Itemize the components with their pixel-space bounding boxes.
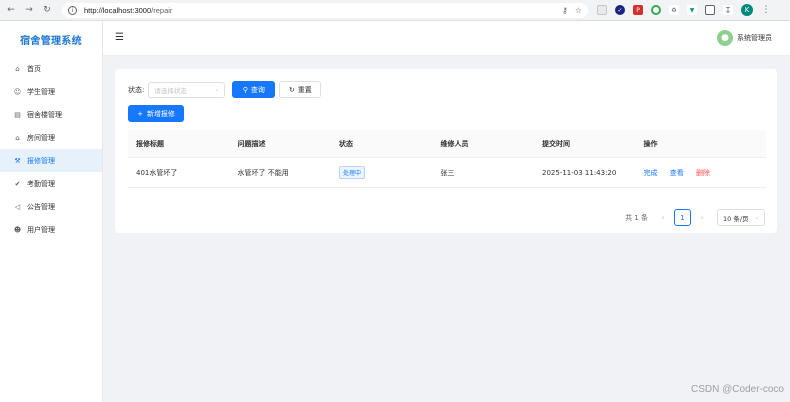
status-filter-label: 状态: <box>128 85 145 94</box>
menu-collapse-icon[interactable]: ☰ <box>115 33 124 43</box>
sidebar-item[interactable]: ⚒ 报修管理 <box>0 149 102 172</box>
cell-status: 处理中 <box>331 166 433 179</box>
search-icon: ⚲ <box>242 85 248 94</box>
status-select-placeholder: 请选择状态 <box>154 86 187 95</box>
site-info-icon[interactable]: i <box>68 6 77 15</box>
column-header: 维修人员 <box>440 139 469 148</box>
pagination-total: 共 1 条 <box>625 213 648 222</box>
sidebar-item[interactable]: ⌂ 房间管理 <box>0 126 102 149</box>
user-avatar-icon[interactable]: ● <box>717 30 733 46</box>
sidebar-item-label: 公告管理 <box>27 202 55 211</box>
sidebar: 宿舍管理系统 ⌂ 首页 ☺ 学生管理 ▤ 宿舍楼管理 ⌂ 房间管理 ⚒ 报修管理 ✔ 考勤管理 ◁ 公告管… <box>0 21 103 402</box>
reset-button-label: 重置 <box>297 85 312 94</box>
sidebar-menu: ⌂ 首页 ☺ 学生管理 ▤ 宿舍楼管理 ⌂ 房间管理 ⚒ 报修管理 ✔ 考勤管理 ◁ 公告管理 ☻ 用户管理 <box>0 57 102 241</box>
sidebar-item-label: 宿舍楼管理 <box>27 110 62 119</box>
sidebar-item[interactable]: ☺ 学生管理 <box>0 80 102 103</box>
sidebar-item-label: 报修管理 <box>27 156 55 165</box>
prev-page-icon[interactable]: ‹ <box>657 213 669 222</box>
column-header: 问题描述 <box>237 139 266 148</box>
users-icon: ☻ <box>13 225 22 234</box>
sidebar-item-label: 房间管理 <box>27 133 55 142</box>
sidebar-item[interactable]: ☻ 用户管理 <box>0 218 102 241</box>
cell-repairer: 张三 <box>440 168 455 177</box>
extension-pdf-icon[interactable]: P <box>633 5 643 15</box>
more-menu-icon[interactable]: ⋮ <box>761 5 771 15</box>
app-brand: 宿舍管理系统 <box>20 35 82 47</box>
watermark: CSDN @Coder-coco <box>691 384 784 395</box>
column-header: 报修标题 <box>136 139 164 148</box>
user-name: 系统管理员 <box>737 34 772 42</box>
sidebar-item[interactable]: ✔ 考勤管理 <box>0 172 102 195</box>
page-size-value: 10 条/页 <box>723 214 749 223</box>
sidebar-item[interactable]: ▤ 宿舍楼管理 <box>0 103 102 126</box>
cell-title: 401水管坏了 <box>136 168 178 177</box>
url-host: http://localhost:3000 <box>84 6 152 15</box>
building-icon: ▤ <box>14 110 21 119</box>
page-size-select[interactable]: 10 条/页 ⌄ <box>717 209 765 226</box>
wrench-icon: ⚒ <box>14 156 21 165</box>
status-badge: 处理中 <box>339 166 366 179</box>
sidebar-item-label: 首页 <box>27 64 41 73</box>
status-select[interactable]: 请选择状态 ⌄ <box>148 81 226 98</box>
address-bar[interactable]: i http://localhost:3000/repair ⚷ ☆ <box>62 3 588 18</box>
user-menu[interactable]: ● 系统管理员 <box>717 30 772 46</box>
sidebar-item[interactable]: ⌂ 首页 <box>0 57 102 80</box>
top-header: ☰ ● 系统管理员 <box>103 21 790 56</box>
sidebar-item-label: 用户管理 <box>27 225 55 234</box>
page-number-current[interactable]: 1 <box>674 209 691 226</box>
column-header: 操作 <box>643 139 658 148</box>
bookmark-star-icon[interactable]: ☆ <box>575 6 582 15</box>
profile-avatar[interactable]: K <box>741 4 753 16</box>
search-button-label: 查询 <box>250 85 265 94</box>
sidebar-item-label: 考勤管理 <box>27 179 55 188</box>
column-header: 提交时间 <box>542 139 570 148</box>
url-text[interactable]: http://localhost:3000/repair <box>84 6 172 15</box>
add-repair-label: 新增报修 <box>146 109 175 118</box>
complete-link[interactable]: 完成 <box>644 169 658 177</box>
sidebar-item[interactable]: ◁ 公告管理 <box>0 195 102 218</box>
password-key-icon[interactable]: ⚷ <box>562 6 568 15</box>
sidebar-item-label: 学生管理 <box>27 87 55 96</box>
delete-link[interactable]: 删除 <box>696 169 710 177</box>
check-circle-icon: ✔ <box>14 179 21 188</box>
extension-recycle-icon[interactable]: ♻ <box>669 5 679 15</box>
user-icon: ☺ <box>13 87 22 96</box>
column-header: 状态 <box>339 139 353 148</box>
extensions-icon[interactable] <box>705 5 715 15</box>
repair-card: 状态: 请选择状态 ⌄ ⚲ 查询 ↻ 重置 + 新增报修 报修标题 问题描述 状… <box>115 69 777 233</box>
extension-v-icon[interactable]: ▼ <box>687 5 697 15</box>
url-path: /repair <box>151 6 173 15</box>
table-row: 401水管坏了 水管坏了 不能用 处理中 张三 2025-11-03 11:43… <box>128 158 766 188</box>
chevron-down-icon: ⌄ <box>214 86 220 93</box>
cell-actions: 完成 查看 删除 <box>636 168 766 178</box>
repair-table: 报修标题 问题描述 状态 维修人员 提交时间 操作 401水管坏了 水管坏了 不… <box>128 130 766 188</box>
cell-description: 水管坏了 不能用 <box>237 168 289 177</box>
extension-gear-icon[interactable] <box>651 5 661 15</box>
cell-submitted-time: 2025-11-03 11:43:20 <box>542 168 617 177</box>
pagination: 共 1 条 ‹ 1 › 10 条/页 ⌄ <box>625 209 765 226</box>
search-button[interactable]: ⚲ 查询 <box>232 81 276 98</box>
refresh-icon: ↻ <box>288 85 295 94</box>
forward-icon[interactable]: → <box>22 3 36 17</box>
megaphone-icon: ◁ <box>14 202 21 211</box>
back-icon[interactable]: ← <box>4 3 18 17</box>
plus-icon: + <box>137 109 143 118</box>
reload-icon[interactable]: ↻ <box>40 3 54 17</box>
download-icon[interactable]: ↧ <box>723 5 733 15</box>
home-icon: ⌂ <box>15 64 20 73</box>
next-page-icon[interactable]: › <box>696 213 708 222</box>
main-content: 状态: 请选择状态 ⌄ ⚲ 查询 ↻ 重置 + 新增报修 报修标题 问题描述 状… <box>103 56 790 402</box>
filter-bar: 状态: 请选择状态 ⌄ ⚲ 查询 ↻ 重置 <box>128 81 322 98</box>
extension-check-icon[interactable]: ✓ <box>615 5 625 15</box>
reset-button[interactable]: ↻ 重置 <box>279 81 322 98</box>
add-repair-button[interactable]: + 新增报修 <box>128 105 184 122</box>
room-icon: ⌂ <box>15 133 20 142</box>
view-link[interactable]: 查看 <box>670 169 684 177</box>
browser-toolbar: ← → ↻ i http://localhost:3000/repair ⚷ ☆… <box>0 0 790 21</box>
chevron-down-icon: ⌄ <box>753 214 759 221</box>
table-header: 报修标题 问题描述 状态 维修人员 提交时间 操作 <box>128 130 766 158</box>
extension-icon[interactable] <box>597 5 607 15</box>
